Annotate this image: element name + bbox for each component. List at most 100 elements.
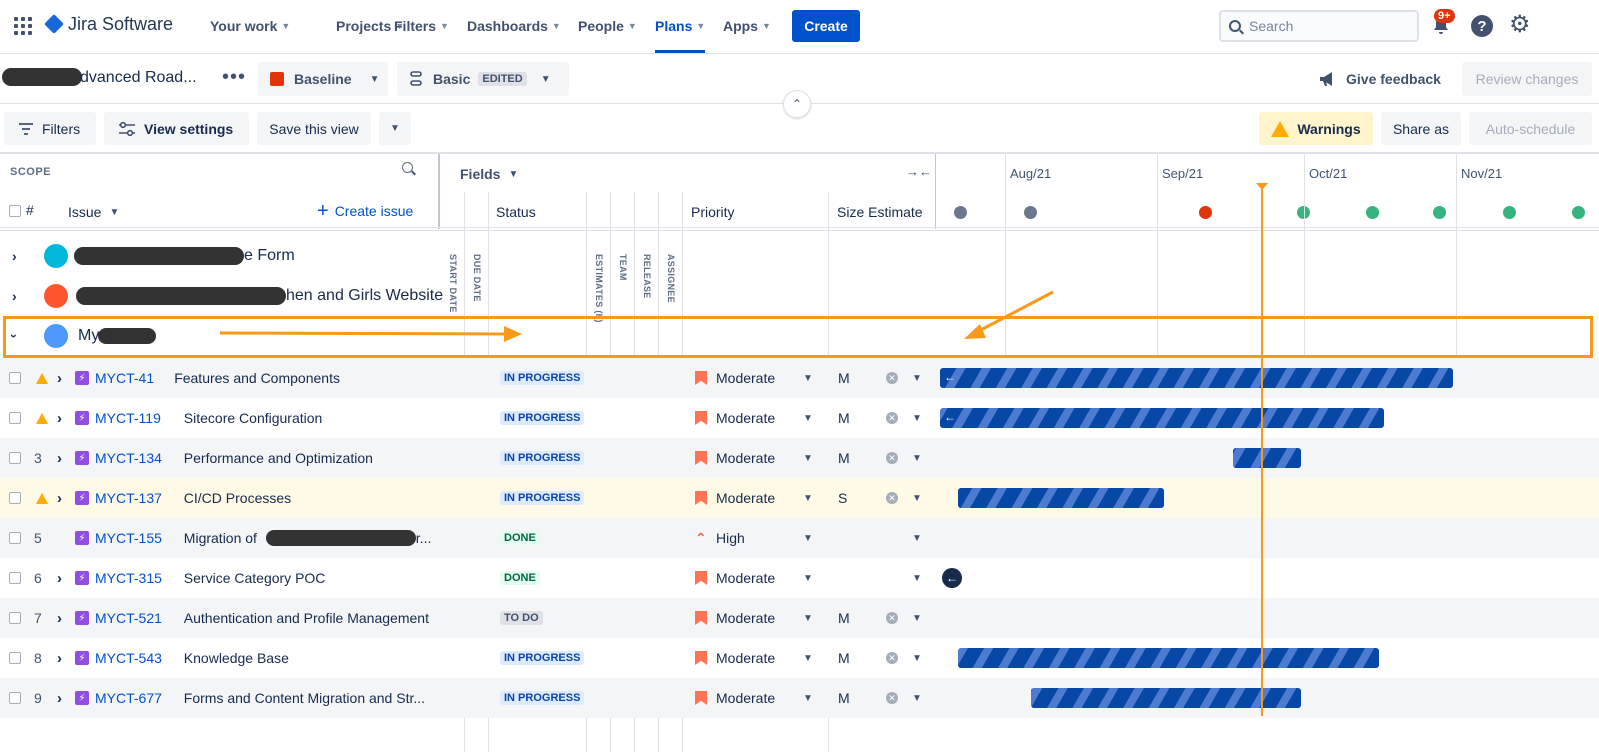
table-row[interactable]: 8 › ⚡ MYCT-543 Knowledge Base IN PROGRESS Mode… [0, 638, 1599, 678]
warning-icon[interactable] [36, 412, 48, 424]
collapse-header-icon[interactable]: ⌃ [783, 90, 811, 118]
release-done-marker[interactable] [1024, 206, 1037, 219]
expand-chevron-icon[interactable]: › [57, 438, 62, 478]
expand-chevron-icon[interactable]: › [12, 236, 17, 276]
table-row[interactable]: › ⚡ MYCT-41 Features and Components IN PROGR… [0, 358, 1599, 398]
nav-people[interactable]: People ▼ [578, 18, 637, 34]
size-estimate-value[interactable]: M [838, 438, 850, 478]
table-row[interactable]: 6 › ⚡ MYCT-315 Service Category POC DONE Moder… [0, 558, 1599, 598]
row-checkbox[interactable] [9, 452, 21, 464]
chevron-down-icon[interactable]: ▼ [803, 573, 813, 584]
product-logo[interactable]: Jira Software [68, 14, 173, 35]
issue-key-link[interactable]: MYCT-119 [95, 398, 161, 438]
project-row[interactable]: › e Form [0, 236, 1599, 276]
clear-icon[interactable]: ✕ [886, 612, 898, 624]
timeline-bar[interactable] [1233, 448, 1301, 468]
size-estimate-value[interactable]: S [838, 478, 847, 518]
status-lozenge[interactable]: DONE [500, 531, 540, 545]
clear-icon[interactable]: ✕ [886, 412, 898, 424]
filters-button[interactable]: Filters [4, 112, 96, 145]
clear-icon[interactable]: ✕ [886, 692, 898, 704]
expand-chevron-icon[interactable]: › [12, 276, 17, 316]
release-marker[interactable] [1572, 206, 1585, 219]
clear-icon[interactable]: ✕ [886, 652, 898, 664]
issue-summary[interactable]: Sitecore Configuration [184, 398, 323, 438]
nav-filters[interactable]: Filters ▼ [394, 18, 449, 34]
issue-key-link[interactable]: MYCT-137 [95, 478, 162, 518]
jira-logo-icon[interactable] [44, 14, 64, 34]
give-feedback-button[interactable]: Give feedback [1318, 70, 1441, 88]
create-button[interactable]: Create [792, 10, 860, 42]
share-as-button[interactable]: Share as [1381, 112, 1461, 145]
status-lozenge[interactable]: IN PROGRESS [500, 491, 584, 505]
release-marker[interactable] [1433, 206, 1446, 219]
issue-summary[interactable]: Knowledge Base [184, 638, 289, 678]
table-row[interactable]: 3 › ⚡ MYCT-134 Performance and Optimization I… [0, 438, 1599, 478]
priority-value[interactable]: Moderate [716, 358, 775, 398]
release-marker[interactable] [1503, 206, 1516, 219]
priority-value[interactable]: Moderate [716, 438, 775, 478]
row-checkbox[interactable] [9, 652, 21, 664]
search-input[interactable] [1249, 18, 1399, 34]
chevron-down-icon[interactable]: ▼ [803, 613, 813, 624]
project-row[interactable]: › hen and Girls Website [0, 276, 1599, 316]
issue-key-link[interactable]: MYCT-543 [95, 638, 162, 678]
chevron-down-icon[interactable]: ▼ [803, 693, 813, 704]
priority-value[interactable]: Moderate [716, 638, 775, 678]
table-row[interactable]: 5 ⚡ MYCT-155 Migration of r... DONE ⌃ High ▼ ▼ [0, 518, 1599, 558]
release-done-marker[interactable] [954, 206, 967, 219]
chevron-down-icon[interactable]: ▼ [912, 373, 922, 384]
chevron-down-icon[interactable]: ▼ [912, 613, 922, 624]
collapse-fields-icon[interactable]: →← [906, 164, 932, 179]
view-basic-button[interactable]: Basic EDITED ▼ [397, 62, 569, 96]
search-box[interactable] [1219, 10, 1419, 42]
issue-summary[interactable]: Forms and Content Migration and Str... [184, 678, 425, 718]
issue-key-link[interactable]: MYCT-677 [95, 678, 162, 718]
status-lozenge[interactable]: IN PROGRESS [500, 451, 584, 465]
chevron-down-icon[interactable]: ▼ [912, 573, 922, 584]
table-row[interactable]: 9 › ⚡ MYCT-677 Forms and Content Migration a… [0, 678, 1599, 718]
timeline-bar[interactable]: ← [940, 408, 1384, 428]
row-checkbox[interactable] [9, 492, 21, 504]
issue-summary[interactable]: Performance and Optimization [184, 438, 373, 478]
nav-plans[interactable]: Plans ▼ [655, 18, 705, 34]
warning-icon[interactable] [36, 492, 48, 504]
help-icon[interactable]: ? [1471, 15, 1493, 37]
status-lozenge[interactable]: IN PROGRESS [500, 411, 584, 425]
warnings-button[interactable]: Warnings [1259, 112, 1373, 145]
more-actions-icon[interactable]: ••• [222, 66, 246, 89]
clear-icon[interactable]: ✕ [886, 372, 898, 384]
row-checkbox[interactable] [9, 692, 21, 704]
chevron-down-icon[interactable]: ▼ [912, 533, 922, 544]
offscreen-arrow-icon[interactable]: ← [942, 568, 962, 588]
app-switcher-icon[interactable] [14, 17, 32, 35]
settings-gear-icon[interactable]: ⚙ [1509, 13, 1531, 37]
issue-key-link[interactable]: MYCT-41 [95, 358, 154, 398]
baseline-button[interactable]: Baseline ▼ [258, 62, 388, 96]
warning-icon[interactable] [36, 372, 48, 384]
issue-column-header[interactable]: Issue ▼ [68, 204, 119, 220]
issue-summary[interactable]: CI/CD Processes [184, 478, 291, 518]
issue-key-link[interactable]: MYCT-155 [95, 518, 162, 558]
status-lozenge[interactable]: DONE [500, 571, 540, 585]
status-lozenge[interactable]: IN PROGRESS [500, 651, 584, 665]
chevron-down-icon[interactable]: ▼ [912, 493, 922, 504]
chevron-down-icon[interactable]: ▼ [803, 653, 813, 664]
chevron-down-icon[interactable]: ▼ [803, 413, 813, 424]
plan-title[interactable]: dvanced Road... [80, 69, 197, 87]
table-row[interactable]: 7 › ⚡ MYCT-521 Authentication and Profile Ma… [0, 598, 1599, 638]
status-lozenge[interactable]: IN PROGRESS [500, 691, 584, 705]
row-checkbox[interactable] [9, 532, 21, 544]
issue-summary[interactable]: Service Category POC [184, 558, 326, 598]
priority-value[interactable]: Moderate [716, 558, 775, 598]
size-estimate-value[interactable]: M [838, 678, 850, 718]
issue-summary[interactable]: Authentication and Profile Management [184, 598, 429, 638]
table-row[interactable]: › ⚡ MYCT-137 CI/CD Processes IN PROGRESS Mode… [0, 478, 1599, 518]
row-checkbox[interactable] [9, 572, 21, 584]
timeline-bar[interactable] [958, 648, 1379, 668]
expand-chevron-icon[interactable]: › [57, 558, 62, 598]
chevron-down-icon[interactable]: ▼ [803, 533, 813, 544]
issue-summary[interactable]: Features and Components [174, 358, 340, 398]
row-checkbox[interactable] [9, 612, 21, 624]
row-checkbox[interactable] [9, 412, 21, 424]
